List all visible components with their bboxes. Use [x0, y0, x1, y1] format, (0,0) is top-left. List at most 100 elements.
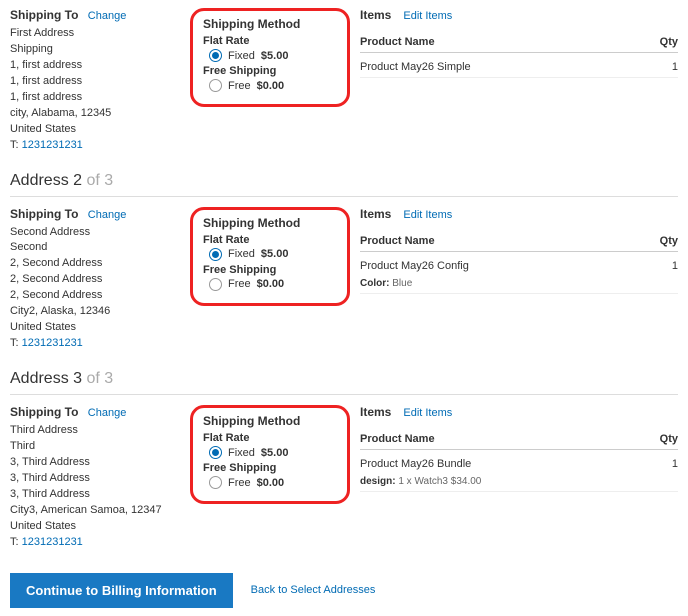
flat-rate-price: $5.00: [261, 248, 289, 260]
product-attr-val: 1 x Watch3 $34.00: [398, 476, 481, 487]
free-shipping-option[interactable]: Free $0.00: [209, 278, 337, 291]
product-attr-key: Color:: [360, 278, 389, 289]
table-row: Product May26 Bundle design: 1 x Watch3 …: [360, 450, 678, 492]
flat-rate-label: Flat Rate: [203, 234, 337, 246]
address-heading-of: of 3: [86, 172, 113, 189]
back-link[interactable]: Back to Select Addresses: [251, 584, 376, 596]
flat-rate-label: Flat Rate: [203, 432, 337, 444]
product-name: Product May26 Simple: [360, 61, 648, 73]
flat-rate-text: Fixed: [228, 248, 255, 260]
shipping-to-title: Shipping To: [10, 405, 78, 419]
table-row: Product May26 Simple 1: [360, 53, 678, 78]
shipping-to-title: Shipping To: [10, 8, 78, 22]
address-line: United States: [10, 519, 180, 535]
edit-items-link[interactable]: Edit Items: [403, 10, 452, 22]
address-line: City3, American Samoa, 12347: [10, 503, 180, 519]
phone-link[interactable]: 1231231231: [22, 337, 83, 349]
address-heading: Address 2 of 3: [10, 172, 678, 190]
shipping-method-highlight: Shipping Method Flat Rate Fixed $5.00 Fr…: [190, 8, 350, 107]
change-link[interactable]: Change: [88, 407, 127, 419]
address-line: United States: [10, 122, 180, 138]
items-title: Items: [360, 8, 391, 22]
product-qty: 1: [648, 53, 678, 78]
product-name: Product May26 Bundle: [360, 458, 648, 470]
address-heading-num: Address 3: [10, 370, 86, 387]
address-heading: Address 3 of 3: [10, 370, 678, 388]
divider: [10, 196, 678, 197]
product-qty: 1: [648, 251, 678, 293]
edit-items-link[interactable]: Edit Items: [403, 209, 452, 221]
product-attr-val: Blue: [392, 278, 412, 289]
address-line: 3, Third Address: [10, 455, 180, 471]
items-table: Product Name Qty Product May26 Bundle de…: [360, 429, 678, 492]
address-line: First Address: [10, 26, 180, 42]
flat-rate-price: $5.00: [261, 50, 289, 62]
items-table: Product Name Qty Product May26 Simple 1: [360, 32, 678, 78]
col-product-name: Product Name: [360, 429, 648, 450]
continue-button[interactable]: Continue to Billing Information: [10, 573, 233, 608]
tel-prefix: T:: [10, 337, 22, 349]
product-name: Product May26 Config: [360, 260, 648, 272]
free-shipping-price: $0.00: [257, 477, 285, 489]
flat-rate-radio[interactable]: [209, 248, 222, 261]
table-row: Product May26 Config Color: Blue 1: [360, 251, 678, 293]
free-shipping-text: Free: [228, 80, 251, 92]
divider: [10, 394, 678, 395]
free-shipping-text: Free: [228, 278, 251, 290]
shipping-method-title: Shipping Method: [203, 414, 337, 428]
change-link[interactable]: Change: [88, 209, 127, 221]
items-title: Items: [360, 207, 391, 221]
free-shipping-radio[interactable]: [209, 79, 222, 92]
product-attr-key: design:: [360, 476, 396, 487]
address-line: 1, first address: [10, 74, 180, 90]
free-shipping-option[interactable]: Free $0.00: [209, 476, 337, 489]
flat-rate-text: Fixed: [228, 447, 255, 459]
address-heading-num: Address 2: [10, 172, 86, 189]
address-line: city, Alabama, 12345: [10, 106, 180, 122]
edit-items-link[interactable]: Edit Items: [403, 407, 452, 419]
free-shipping-radio[interactable]: [209, 476, 222, 489]
address-line: City2, Alaska, 12346: [10, 304, 180, 320]
address-line: Third Address: [10, 423, 180, 439]
flat-rate-option[interactable]: Fixed $5.00: [209, 248, 337, 261]
tel-prefix: T:: [10, 139, 22, 151]
shipping-method-highlight: Shipping Method Flat Rate Fixed $5.00 Fr…: [190, 207, 350, 306]
col-product-name: Product Name: [360, 231, 648, 252]
free-shipping-price: $0.00: [257, 278, 285, 290]
flat-rate-radio[interactable]: [209, 49, 222, 62]
flat-rate-option[interactable]: Fixed $5.00: [209, 49, 337, 62]
flat-rate-label: Flat Rate: [203, 35, 337, 47]
free-shipping-radio[interactable]: [209, 278, 222, 291]
address-line: 2, Second Address: [10, 256, 180, 272]
product-qty: 1: [648, 450, 678, 492]
shipping-method-title: Shipping Method: [203, 216, 337, 230]
free-shipping-label: Free Shipping: [203, 65, 337, 77]
address-line: Second Address: [10, 225, 180, 241]
shipping-method-highlight: Shipping Method Flat Rate Fixed $5.00 Fr…: [190, 405, 350, 504]
phone-link[interactable]: 1231231231: [22, 536, 83, 548]
address-line: Third: [10, 439, 180, 455]
flat-rate-radio[interactable]: [209, 446, 222, 459]
col-product-name: Product Name: [360, 32, 648, 53]
change-link[interactable]: Change: [88, 10, 127, 22]
free-shipping-label: Free Shipping: [203, 462, 337, 474]
flat-rate-text: Fixed: [228, 50, 255, 62]
col-qty: Qty: [648, 429, 678, 450]
free-shipping-option[interactable]: Free $0.00: [209, 79, 337, 92]
items-table: Product Name Qty Product May26 Config Co…: [360, 231, 678, 294]
phone-link[interactable]: 1231231231: [22, 139, 83, 151]
address-heading-of: of 3: [86, 370, 113, 387]
address-line: Shipping: [10, 42, 180, 58]
shipping-to-title: Shipping To: [10, 207, 78, 221]
address-line: Second: [10, 240, 180, 256]
flat-rate-option[interactable]: Fixed $5.00: [209, 446, 337, 459]
address-line: 2, Second Address: [10, 288, 180, 304]
address-line: 3, Third Address: [10, 487, 180, 503]
col-qty: Qty: [648, 32, 678, 53]
address-line: 3, Third Address: [10, 471, 180, 487]
col-qty: Qty: [648, 231, 678, 252]
shipping-method-title: Shipping Method: [203, 17, 337, 31]
free-shipping-price: $0.00: [257, 80, 285, 92]
address-line: 1, first address: [10, 90, 180, 106]
address-line: 1, first address: [10, 58, 180, 74]
